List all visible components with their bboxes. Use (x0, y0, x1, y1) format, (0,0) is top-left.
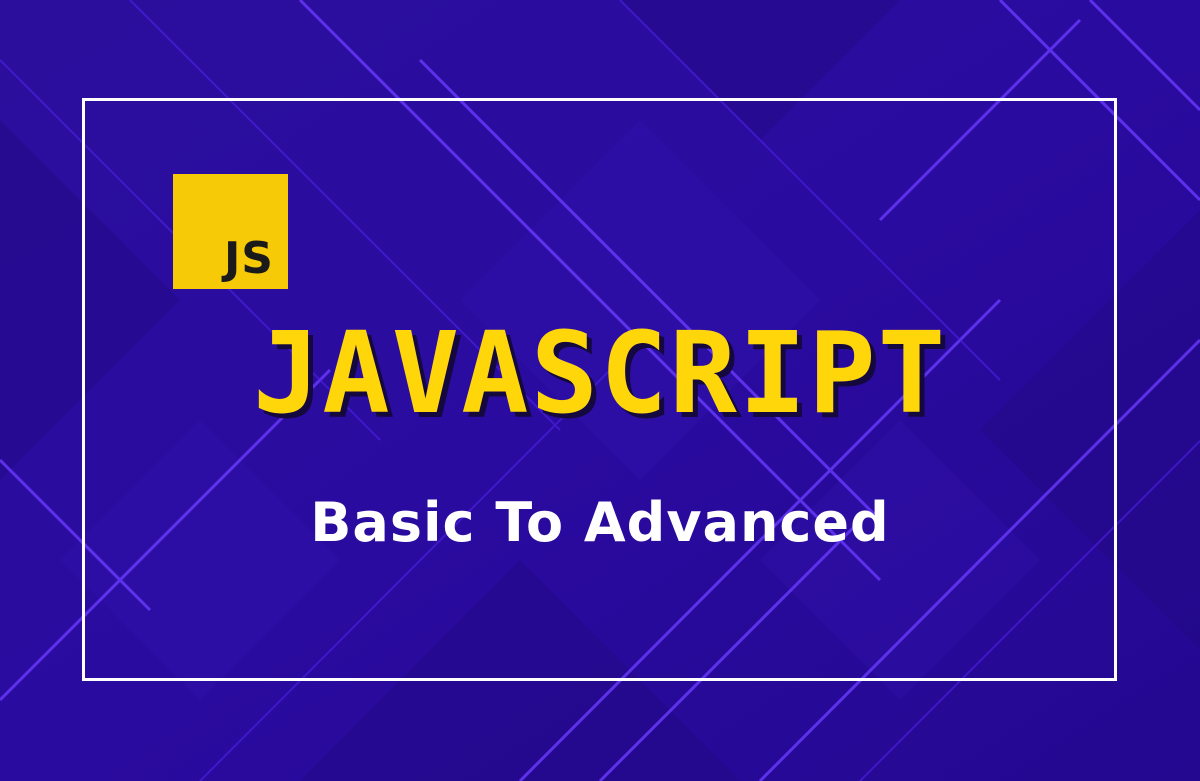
main-title: JAVASCRIPT (252, 309, 948, 439)
js-logo-text: JS (223, 233, 274, 284)
subtitle: Basic To Advanced (310, 491, 890, 554)
js-logo-badge: JS (173, 174, 288, 289)
